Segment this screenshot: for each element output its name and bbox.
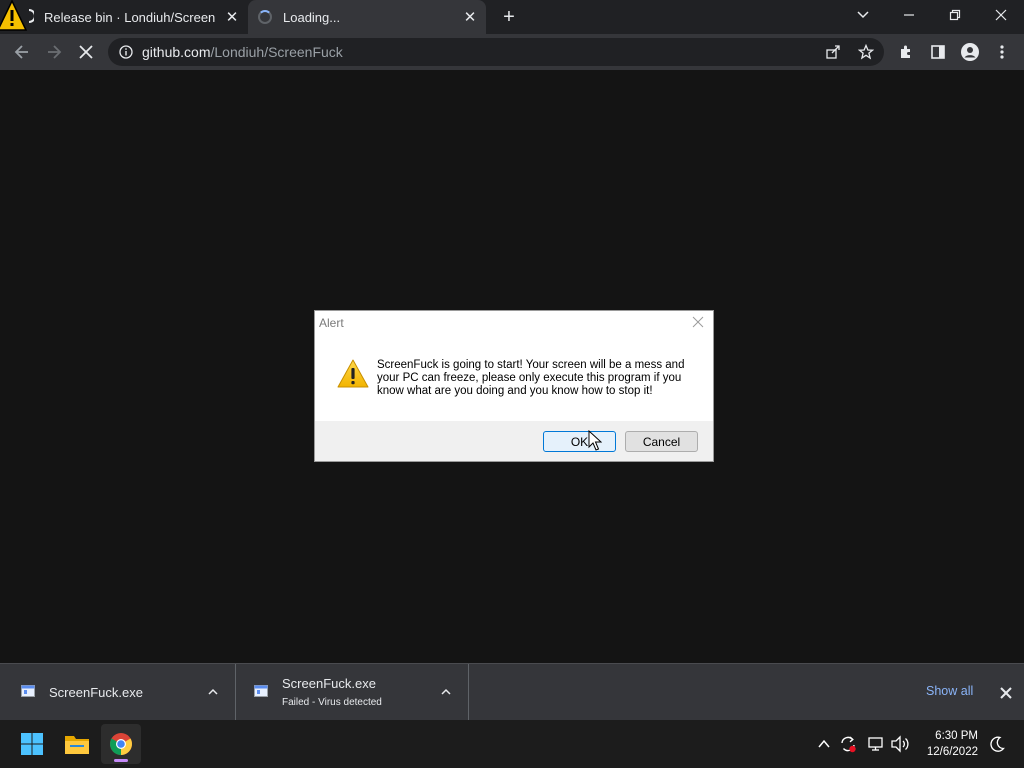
mouse-cursor-icon [588, 430, 602, 451]
share-icon[interactable] [825, 44, 841, 60]
browser-toolbar: github.com/Londiuh/ScreenFuck [0, 34, 1024, 70]
warning-icon [0, 0, 34, 31]
windows-taskbar: 6:30 PM 12/6/2022 [0, 720, 1024, 768]
browser-titlebar: Release bin · Londiuh/ScreenFuck ✕ Loadi… [0, 0, 1024, 34]
volume-icon[interactable] [890, 734, 910, 754]
url-host: github.com [142, 44, 211, 60]
download-status: Failed - Virus detected [282, 697, 382, 708]
dialog-footer: OK Cancel [315, 421, 713, 461]
restore-icon[interactable] [935, 0, 975, 30]
tab-search-icon[interactable] [843, 0, 883, 30]
extensions-icon[interactable] [894, 40, 918, 64]
tab-release-bin[interactable]: Release bin · Londiuh/ScreenFuck ✕ [0, 0, 248, 34]
tab-title: Loading... [283, 9, 341, 25]
show-all-link[interactable]: Show all [926, 684, 973, 698]
windows-logo-icon [21, 733, 43, 755]
url-path: /Londiuh/ScreenFuck [210, 44, 343, 60]
warning-icon [337, 359, 369, 388]
dialog-message: ScreenFuck is going to start! Your scree… [377, 359, 685, 397]
window-close-icon[interactable] [981, 0, 1021, 30]
close-shelf-icon[interactable] [998, 685, 1014, 701]
profile-avatar-icon[interactable] [958, 40, 982, 64]
address-bar[interactable]: github.com/Londiuh/ScreenFuck [108, 38, 884, 66]
exe-file-icon [21, 685, 35, 697]
chevron-up-icon[interactable] [205, 684, 221, 700]
tray-overflow-chevron-icon[interactable] [814, 734, 834, 754]
focus-moon-icon[interactable] [987, 734, 1007, 754]
cancel-button[interactable]: Cancel [625, 431, 698, 452]
chrome-taskbar-button[interactable] [101, 724, 141, 764]
ok-button[interactable]: OK [543, 431, 616, 452]
chevron-up-icon[interactable] [438, 684, 454, 700]
site-info-icon[interactable] [119, 45, 133, 59]
active-indicator [114, 759, 128, 762]
download-filename: ScreenFuck.exe [282, 676, 376, 691]
clock-date: 12/6/2022 [926, 746, 978, 758]
new-tab-button[interactable]: + [498, 6, 520, 28]
exe-file-icon [254, 685, 268, 697]
taskbar-clock[interactable]: 6:30 PM 12/6/2022 [914, 728, 978, 760]
download-item[interactable]: ScreenFuck.exe [0, 664, 236, 721]
minimize-icon[interactable] [889, 0, 929, 30]
dialog-close-icon[interactable] [691, 315, 705, 329]
url-text: github.com/Londiuh/ScreenFuck [142, 44, 343, 60]
side-panel-icon[interactable] [926, 40, 950, 64]
sync-alert-icon[interactable] [838, 734, 858, 754]
bookmark-star-icon[interactable] [858, 44, 874, 60]
tab-close-icon[interactable]: ✕ [224, 9, 240, 26]
chrome-icon [110, 733, 132, 755]
menu-kebab-icon[interactable] [990, 40, 1014, 64]
dialog-title: Alert [319, 316, 344, 330]
stop-loading-icon[interactable] [74, 40, 98, 64]
loading-spinner-icon [258, 10, 272, 24]
tab-title: Release bin · Londiuh/ScreenFuck [44, 9, 216, 25]
dialog-body: ScreenFuck is going to start! Your scree… [315, 337, 713, 421]
download-item[interactable]: ScreenFuck.exe Failed - Virus detected [237, 664, 469, 721]
download-shelf: ScreenFuck.exe ScreenFuck.exe Failed - V… [0, 663, 1024, 721]
back-icon[interactable] [10, 40, 34, 64]
alert-dialog: Alert ScreenFuck is going to start! Your… [314, 310, 714, 462]
forward-icon[interactable] [42, 40, 66, 64]
clock-time: 6:30 PM [935, 730, 978, 742]
file-explorer-button[interactable] [57, 724, 97, 764]
folder-icon [65, 736, 89, 754]
start-button[interactable] [12, 724, 52, 764]
tab-close-icon[interactable]: ✕ [462, 9, 478, 26]
network-icon[interactable] [866, 734, 886, 754]
download-filename: ScreenFuck.exe [49, 685, 143, 700]
tab-loading[interactable]: Loading... ✕ [248, 0, 486, 34]
